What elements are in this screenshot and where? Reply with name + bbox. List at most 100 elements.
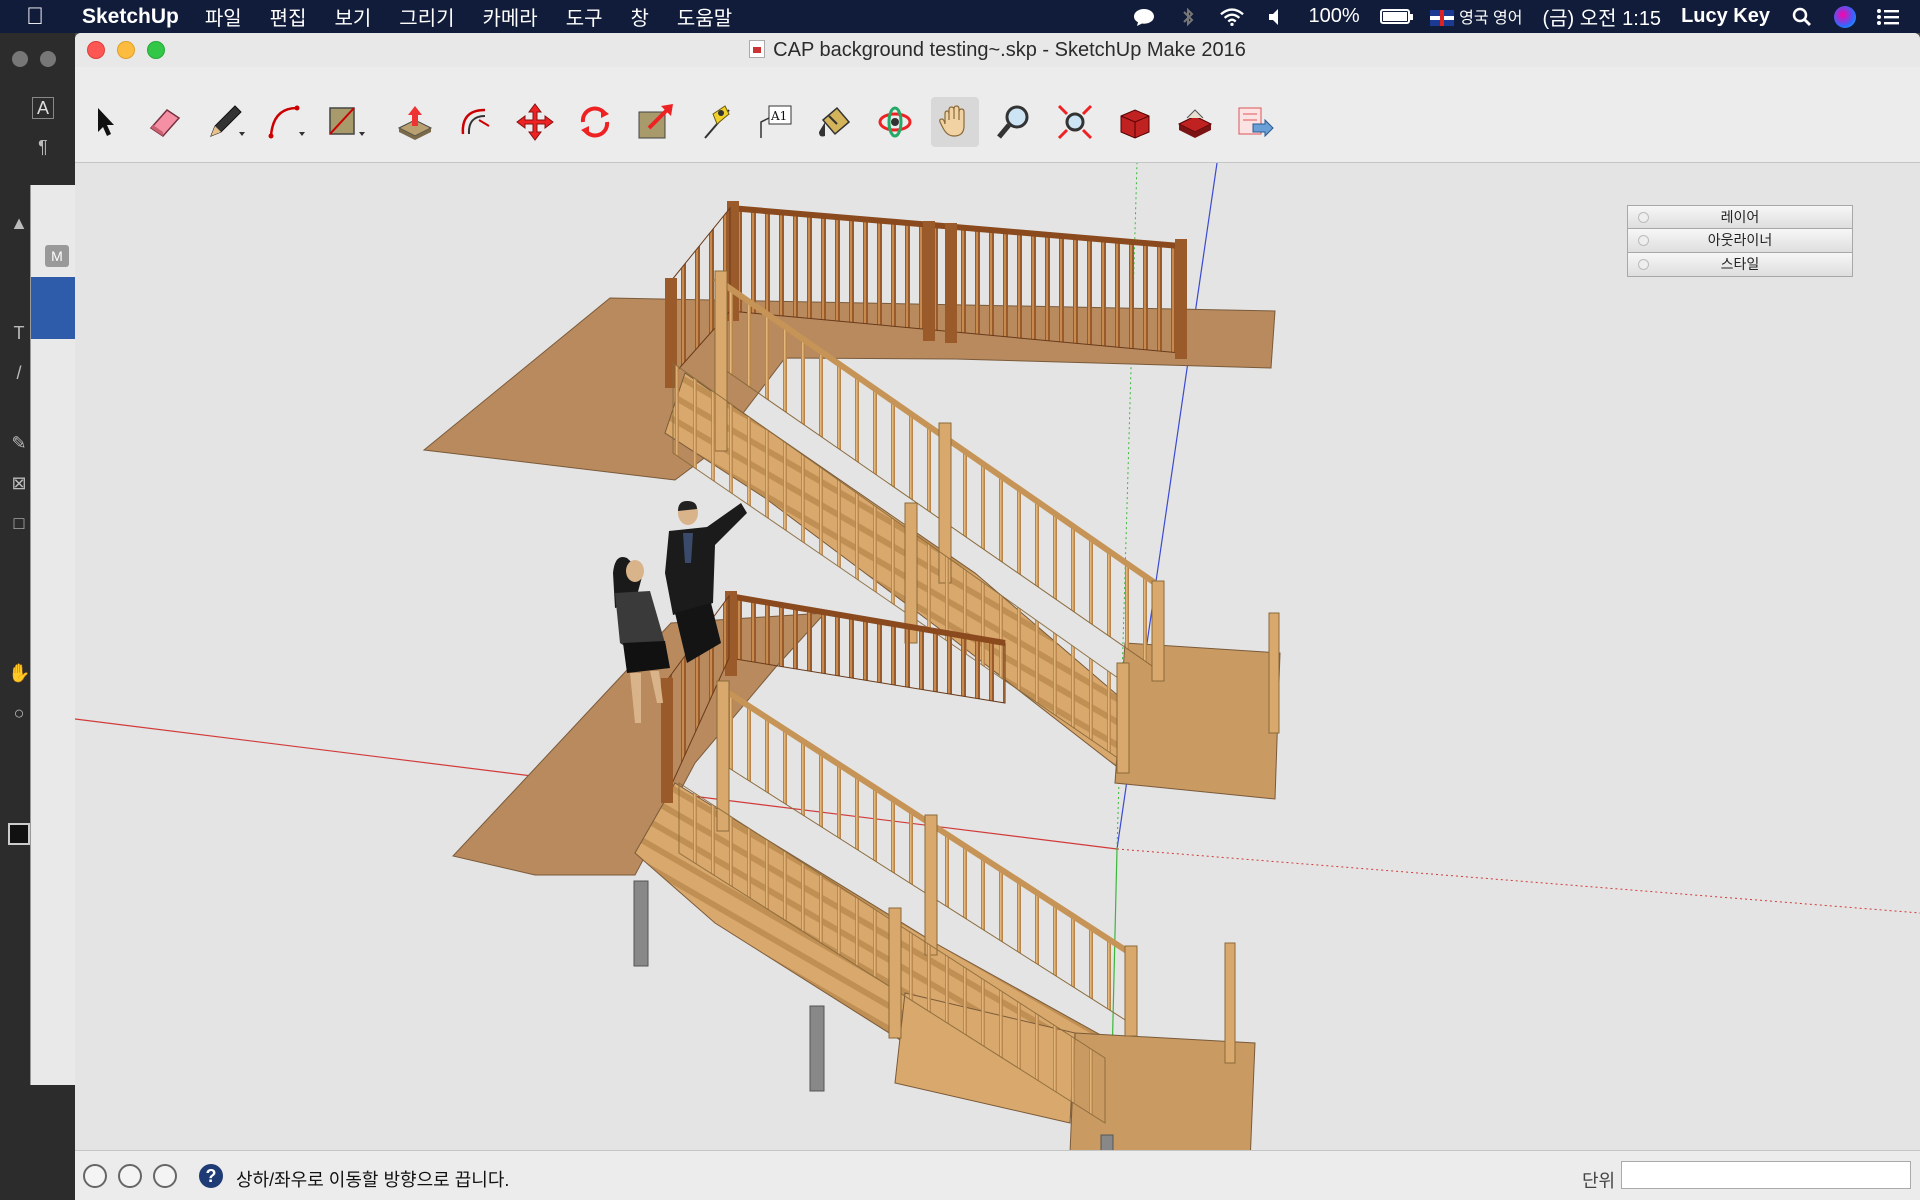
measurements-label: 단위	[1582, 1171, 1616, 1191]
menu-file[interactable]: 파일	[205, 2, 242, 31]
apple-menu-icon[interactable]: 	[26, 3, 66, 31]
volume-icon[interactable]	[1264, 7, 1288, 27]
window-title: CAP background testing~.skp - SketchUp M…	[75, 39, 1920, 62]
wifi-icon[interactable]	[1220, 7, 1245, 27]
menu-tools[interactable]: 도구	[566, 2, 603, 31]
arc-tool-button[interactable]	[261, 97, 309, 147]
rotate-tool-button[interactable]	[571, 97, 619, 147]
red-axis-dotted	[1116, 848, 1920, 914]
offset-tool-button[interactable]	[451, 97, 499, 147]
menu-bar:  SketchUp 파일 편집 보기 그리기 카메라 도구 창 도움말 100…	[0, 0, 1920, 33]
user-account-icon[interactable]	[153, 1164, 177, 1188]
model-viewport[interactable]: 레이어 아웃라이너 스타일	[75, 163, 1920, 1188]
bg-zoom-tool-icon[interactable]: ○	[8, 703, 30, 725]
bg-frame-tool-icon[interactable]: ⊠	[8, 473, 30, 495]
zoom-extents-icon	[1057, 104, 1093, 140]
bg-type-tool-icon[interactable]: T	[8, 323, 30, 345]
arc-icon	[268, 105, 305, 139]
bg-selection-tool-icon[interactable]: ▲	[8, 213, 30, 235]
railing-post	[888, 907, 902, 1039]
bluetooth-icon[interactable]	[1176, 7, 1200, 27]
support-post	[809, 1005, 825, 1092]
credits-info-icon[interactable]	[118, 1164, 142, 1188]
tray-outliner[interactable]: 아웃라이너	[1627, 229, 1853, 253]
bg-fill-swatch[interactable]	[8, 823, 30, 845]
pan-tool-button[interactable]	[931, 97, 979, 147]
railing-post	[661, 678, 673, 803]
select-tool-button[interactable]	[81, 97, 129, 147]
uk-flag-icon	[1429, 9, 1454, 26]
menu-edit[interactable]: 편집	[270, 2, 307, 31]
menu-help[interactable]: 도움말	[677, 2, 732, 31]
bg-panel-m-button[interactable]: M	[45, 245, 69, 267]
tape-icon	[704, 105, 730, 139]
battery-icon[interactable]	[1379, 9, 1413, 24]
orbit-tool-button[interactable]	[871, 97, 919, 147]
menu-camera[interactable]: 카메라	[483, 2, 538, 31]
extension-warehouse-tool-button[interactable]	[1171, 97, 1219, 147]
paint-bucket-icon	[819, 106, 851, 137]
line-tool-button[interactable]	[201, 97, 249, 147]
tray-layers[interactable]: 레이어	[1627, 205, 1853, 229]
battery-percent[interactable]: 100%	[1308, 5, 1359, 28]
clock[interactable]: (금) 오전 1:15	[1543, 2, 1662, 31]
extension-icon	[1177, 109, 1213, 138]
scale-icon	[638, 104, 673, 139]
sketchup-window: CAP background testing~.skp - SketchUp M…	[75, 33, 1920, 1200]
paint-bucket-tool-button[interactable]	[811, 97, 859, 147]
menu-draw[interactable]: 그리기	[399, 2, 454, 31]
input-source-menu[interactable]: 영국 영어	[1429, 4, 1523, 29]
staircase-scene	[75, 163, 1920, 1188]
tray-toggle-icon[interactable]	[1638, 259, 1649, 270]
status-bar: ? 상하/좌우로 이동할 방향으로 끕니다. 단위	[75, 1150, 1920, 1200]
push-pull-tool-button[interactable]	[391, 97, 439, 147]
zoom-extents-tool-button[interactable]	[1051, 97, 1099, 147]
text-tool-button[interactable]: A1	[751, 97, 799, 147]
measurements-input[interactable]	[1621, 1161, 1911, 1189]
tray-toggle-icon[interactable]	[1638, 212, 1649, 223]
main-toolbar: A1	[75, 67, 1920, 163]
offset-icon	[461, 108, 490, 135]
geo-location-icon[interactable]	[83, 1164, 107, 1188]
move-tool-button[interactable]	[511, 97, 559, 147]
user-menu[interactable]: Lucy Key	[1681, 5, 1770, 28]
spotlight-search-icon[interactable]	[1790, 7, 1814, 27]
rectangle-tool-button[interactable]	[321, 97, 369, 147]
railing-post	[1175, 239, 1187, 359]
tray-styles[interactable]: 스타일	[1627, 253, 1853, 277]
bg-window-close-button[interactable]	[12, 51, 28, 67]
eraser-tool-button[interactable]	[141, 97, 189, 147]
send-to-layout-tool-button[interactable]	[1231, 97, 1279, 147]
rotate-icon	[580, 106, 610, 138]
bg-line-tool-icon[interactable]: /	[8, 363, 30, 385]
bg-paragraph-tool-icon[interactable]: ¶	[32, 137, 54, 159]
railing-post	[1116, 662, 1130, 774]
hand-icon	[939, 105, 965, 137]
3d-warehouse-tool-button[interactable]	[1111, 97, 1159, 147]
scale-tool-button[interactable]	[631, 97, 679, 147]
railing-post	[923, 221, 935, 341]
menu-window[interactable]: 창	[631, 2, 649, 31]
background-app-panel: M	[30, 185, 81, 1085]
app-menu[interactable]: SketchUp	[82, 5, 179, 29]
title-bar[interactable]: CAP background testing~.skp - SketchUp M…	[75, 33, 1920, 67]
tape-measure-tool-button[interactable]	[691, 97, 739, 147]
bg-window-minimize-button[interactable]	[40, 51, 56, 67]
bg-hand-tool-icon[interactable]: ✋	[8, 663, 30, 685]
zoom-tool-button[interactable]	[991, 97, 1039, 147]
tray-toggle-icon[interactable]	[1638, 235, 1649, 246]
bg-pen-tool-icon[interactable]: ✎	[8, 433, 30, 455]
status-message: 상하/좌우로 이동할 방향으로 끕니다.	[236, 1170, 510, 1190]
railing-post	[1124, 945, 1138, 1037]
upper-bottom-landing	[1114, 642, 1281, 800]
magnifier-icon	[997, 105, 1029, 139]
menu-view[interactable]: 보기	[334, 2, 371, 31]
instructor-help-icon[interactable]: ?	[199, 1164, 223, 1188]
messages-icon[interactable]	[1132, 7, 1156, 27]
siri-icon[interactable]	[1834, 5, 1856, 28]
bg-rectangle-tool-icon[interactable]: □	[8, 513, 30, 535]
notification-center-icon[interactable]	[1876, 7, 1900, 27]
arrow-icon	[98, 108, 114, 136]
text-tool-label: A1	[770, 109, 787, 123]
bg-character-tool-icon[interactable]: A	[32, 97, 54, 119]
